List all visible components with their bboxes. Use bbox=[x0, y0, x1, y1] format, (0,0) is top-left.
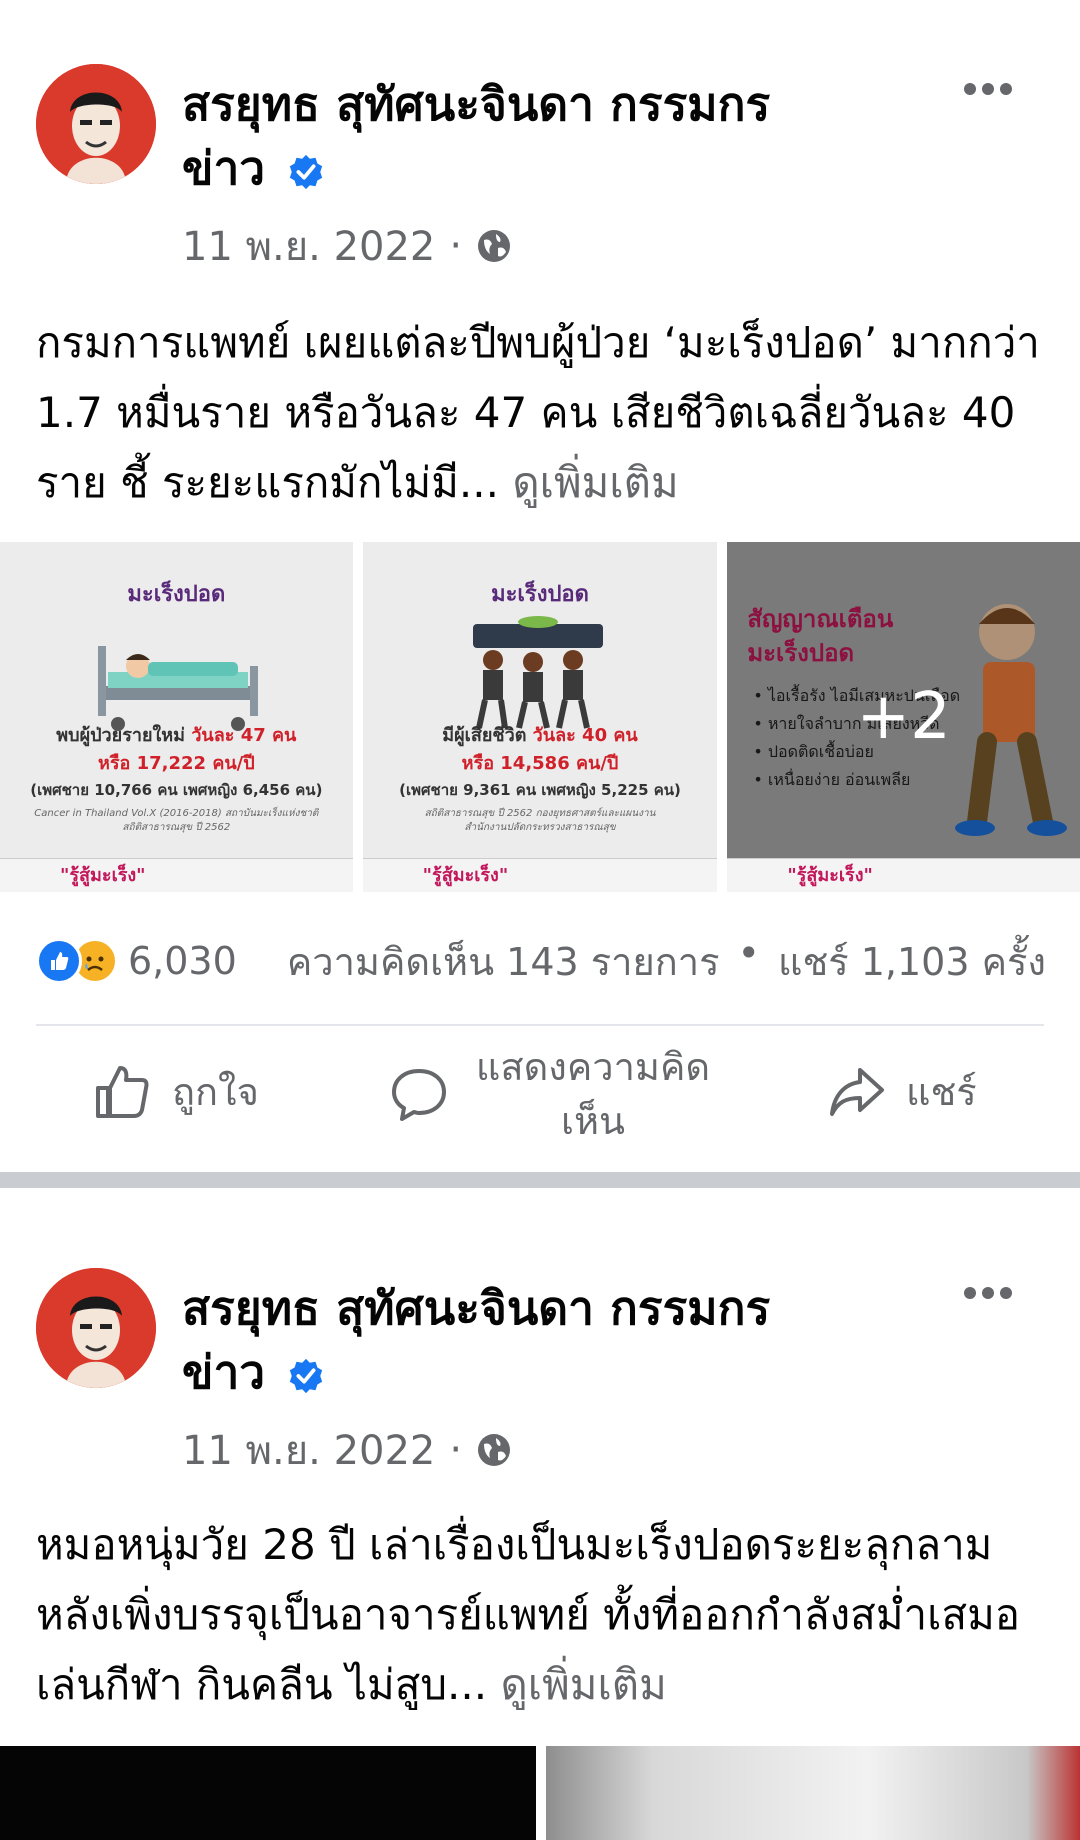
author-name-line1[interactable]: สรยุทธ สุทัศนะจินดา กรรมกร bbox=[182, 77, 770, 131]
author-name-line2[interactable]: ข่าว bbox=[182, 1345, 265, 1399]
more-photos-overlay[interactable]: +2 bbox=[727, 542, 1080, 892]
author-name[interactable]: สรยุทธ สุทัศนะจินดา กรรมกร ข่าว bbox=[182, 72, 822, 200]
see-more-link[interactable]: ดูเพิ่มเติม bbox=[500, 1660, 666, 1709]
author-name[interactable]: สรยุทธ สุทัศนะจินดา กรรมกร ข่าว bbox=[182, 1276, 822, 1404]
tile2-line3: (เพศชาย 9,361 คน เพศหญิง 5,225 คน) bbox=[399, 781, 681, 799]
post-date[interactable]: 11 พ.ย. 2022 bbox=[182, 1418, 435, 1482]
photo-tile-3[interactable]: สัญญาณเตือน มะเร็งปอด • ไอเรื้อรัง ไอมีเ… bbox=[727, 542, 1080, 892]
action-bar: ถูกใจ แสดงความคิดเห็น แชร์ bbox=[0, 1040, 1080, 1160]
like-reaction-icon bbox=[36, 938, 82, 984]
post-text: หมอหนุ่มวัย 28 ปี เล่าเรื่องเป็นมะเร็งปอ… bbox=[36, 1510, 1046, 1720]
tile2-line1-prefix: มีผู้เสียชีวิต bbox=[442, 725, 527, 746]
stats-dot: • bbox=[737, 930, 760, 975]
like-button[interactable]: ถูกใจ bbox=[92, 1060, 259, 1122]
post-meta: 11 พ.ย. 2022 · bbox=[182, 1418, 512, 1482]
photo-grid: มะเร็งปอด พบผู้ป่วยรายใหม่ วันละ 47 คน ห… bbox=[0, 542, 1080, 892]
tile1-line3: (เพศชาย 10,766 คน เพศหญิง 6,456 คน) bbox=[30, 781, 323, 799]
reaction-icons[interactable] bbox=[36, 938, 118, 984]
post-meta: 11 พ.ย. 2022 · bbox=[182, 214, 512, 278]
tile1-source1: Cancer in Thailand Vol.X (2016-2018) สถา… bbox=[34, 808, 319, 819]
post-date[interactable]: 11 พ.ย. 2022 bbox=[182, 214, 435, 278]
post-separator bbox=[0, 1172, 1080, 1188]
tile1-source2: สถิติสาธารณสุข ปี 2562 bbox=[122, 822, 231, 833]
more-options-icon[interactable] bbox=[964, 1284, 1024, 1308]
tile2-source1: สถิติสาธารณสุข ปี 2562 กองยุทธศาสตร์และแ… bbox=[424, 808, 656, 819]
tile1-line1-prefix: พบผู้ป่วยรายใหม่ bbox=[56, 725, 186, 746]
comments-count[interactable]: ความคิดเห็น 143 รายการ bbox=[287, 931, 720, 992]
tile1-title: มะเร็งปอด bbox=[127, 582, 226, 607]
post-text: กรมการแพทย์ เผยแต่ละปีพบผู้ป่วย ‘มะเร็งป… bbox=[36, 308, 1046, 518]
tile2-line1-highlight: วันละ 40 คน bbox=[532, 725, 638, 746]
tile2-source2: สำนักงานปลัดกระทรวงสาธารณสุข bbox=[464, 822, 616, 833]
photo-tile-2[interactable] bbox=[546, 1746, 1080, 1840]
photo-tile-1[interactable]: มะเร็งปอด พบผู้ป่วยรายใหม่ วันละ 47 คน ห… bbox=[0, 542, 353, 892]
shares-count[interactable]: แชร์ 1,103 ครั้ง bbox=[778, 931, 1046, 992]
verified-badge-icon bbox=[289, 154, 323, 189]
tile2-line1: มีผู้เสียชีวิต วันละ 40 คน bbox=[363, 720, 718, 749]
like-label: ถูกใจ bbox=[172, 1069, 259, 1114]
photo-tile-2[interactable]: มะเร็งปอด มีผู้เสียชีวิต วันละ 40 คน หรื… bbox=[362, 542, 718, 892]
tile2-line2: หรือ 14,586 คน/ปี bbox=[461, 753, 619, 774]
author-name-line2[interactable]: ข่าว bbox=[182, 141, 265, 195]
meta-separator: · bbox=[449, 1427, 463, 1473]
comment-button[interactable]: แสดงความคิดเห็น bbox=[388, 1040, 718, 1148]
action-divider bbox=[36, 1024, 1044, 1026]
tile1-line2: หรือ 17,222 คน/ปี bbox=[97, 753, 255, 774]
tile1-line1-highlight: วันละ 47 คน bbox=[191, 725, 297, 746]
share-button[interactable]: แชร์ bbox=[826, 1060, 977, 1122]
comment-label: แสดงความคิดเห็น bbox=[475, 1045, 711, 1143]
tile2-footer: "รู้สู้มะเร็ง" bbox=[362, 858, 718, 892]
author-avatar[interactable] bbox=[36, 64, 156, 184]
verified-badge-icon bbox=[289, 1358, 323, 1393]
coffin-bearers-illustration bbox=[472, 616, 603, 729]
photo-tile-1[interactable] bbox=[0, 1746, 536, 1840]
tile1-footer: "รู้สู้มะเร็ง" bbox=[0, 858, 353, 892]
see-more-link[interactable]: ดูเพิ่มเติม bbox=[512, 458, 678, 507]
tile1-line1: พบผู้ป่วยรายใหม่ วันละ 47 คน bbox=[0, 720, 353, 749]
share-arrow-icon bbox=[830, 1068, 884, 1116]
share-label: แชร์ bbox=[906, 1069, 977, 1114]
feed-post: สรยุทธ สุทัศนะจินดา กรรมกร ข่าว 11 พ.ย. … bbox=[0, 0, 1080, 1172]
author-name-line1[interactable]: สรยุทธ สุทัศนะจินดา กรรมกร bbox=[182, 1281, 770, 1335]
author-avatar[interactable] bbox=[36, 1268, 156, 1388]
meta-separator: · bbox=[449, 223, 463, 269]
more-options-icon[interactable] bbox=[964, 80, 1024, 104]
thumbs-up-icon bbox=[96, 1066, 149, 1118]
globe-icon bbox=[478, 1434, 511, 1466]
tile2-title: มะเร็งปอด bbox=[491, 582, 589, 607]
feed-post: สรยุทธ สุทัศนะจินดา กรรมกร ข่าว 11 พ.ย. … bbox=[0, 1188, 1080, 1840]
tile3-footer: "รู้สู้มะเร็ง" bbox=[727, 858, 1080, 892]
globe-icon bbox=[478, 230, 511, 262]
comments-shares: ความคิดเห็น 143 รายการ • แชร์ 1,103 ครั้… bbox=[287, 931, 1046, 992]
comment-bubble-icon bbox=[392, 1069, 446, 1121]
reactions-count[interactable]: 6,030 bbox=[128, 939, 237, 983]
engagement-stats: 6,030 ความคิดเห็น 143 รายการ • แชร์ 1,10… bbox=[36, 931, 1046, 988]
photo-grid bbox=[0, 1746, 1080, 1840]
